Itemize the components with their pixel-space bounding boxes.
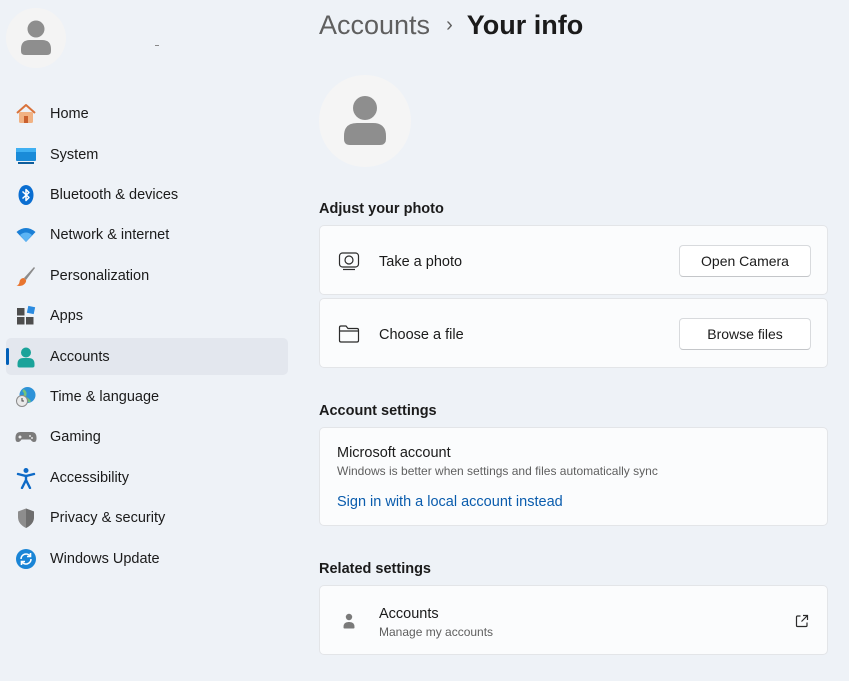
sidebar-item-label: Apps — [50, 308, 84, 325]
sidebar-item-label: Home — [50, 106, 89, 123]
sidebar-nav: Home System Bluetooth & devices Network … — [6, 96, 288, 581]
globe-clock-icon — [15, 386, 37, 408]
camera-icon — [337, 249, 361, 273]
apps-icon — [15, 305, 37, 327]
sidebar-item-accessibility[interactable]: Accessibility — [6, 460, 288, 497]
user-avatar[interactable] — [6, 8, 66, 68]
folder-icon — [337, 322, 361, 346]
sidebar-item-personalization[interactable]: Personalization — [6, 258, 288, 295]
sidebar-item-label: Network & internet — [50, 227, 170, 244]
bluetooth-icon — [15, 184, 37, 206]
accessibility-icon — [15, 467, 37, 489]
brush-icon — [15, 265, 37, 287]
sidebar-item-system[interactable]: System — [6, 136, 288, 173]
user-name — [155, 45, 159, 46]
sidebar-item-accounts[interactable]: Accounts — [6, 338, 288, 375]
take-photo-label: Take a photo — [379, 254, 463, 270]
sidebar-item-label: Privacy & security — [50, 510, 166, 527]
local-account-link[interactable]: Sign in with a local account instead — [337, 494, 563, 510]
sidebar-item-label: Time & language — [50, 388, 160, 405]
sidebar-item-bluetooth[interactable]: Bluetooth & devices — [6, 177, 288, 214]
sidebar-item-label: Accounts — [50, 348, 110, 365]
shield-icon — [15, 507, 37, 529]
person-icon — [344, 96, 386, 145]
section-title-related-settings: Related settings — [319, 561, 431, 577]
system-icon — [15, 144, 37, 166]
home-icon — [15, 103, 37, 125]
wifi-icon — [15, 224, 37, 246]
sidebar-item-label: Personalization — [50, 267, 150, 284]
sidebar-item-label: Accessibility — [50, 469, 129, 486]
related-accounts-subtitle: Manage my accounts — [379, 625, 494, 639]
update-icon — [15, 548, 37, 570]
breadcrumb: Accounts › Your info — [319, 10, 583, 41]
sidebar-item-label: Bluetooth & devices — [50, 187, 179, 204]
manage-accounts-card[interactable]: Accounts Manage my accounts — [319, 585, 828, 655]
person-icon — [21, 20, 51, 55]
open-camera-button[interactable]: Open Camera — [679, 245, 811, 277]
breadcrumb-parent[interactable]: Accounts — [319, 10, 430, 41]
sidebar-item-label: System — [50, 146, 99, 163]
open-external-icon — [795, 614, 809, 628]
sidebar-item-label: Windows Update — [50, 550, 160, 567]
section-title-adjust-photo: Adjust your photo — [319, 201, 444, 217]
profile-picture — [319, 75, 411, 167]
sidebar-item-label: Gaming — [50, 429, 101, 446]
related-accounts-title: Accounts — [379, 606, 439, 622]
microsoft-account-title: Microsoft account — [337, 445, 451, 461]
sidebar-item-network[interactable]: Network & internet — [6, 217, 288, 254]
sidebar-item-time-language[interactable]: Time & language — [6, 379, 288, 416]
browse-files-button[interactable]: Browse files — [679, 318, 811, 350]
choose-file-card: Choose a file Browse files — [319, 298, 828, 368]
section-title-account-settings: Account settings — [319, 403, 437, 419]
gamepad-icon — [15, 426, 37, 448]
sidebar-item-apps[interactable]: Apps — [6, 298, 288, 335]
microsoft-account-description: Windows is better when settings and file… — [337, 464, 658, 478]
sidebar-item-privacy-security[interactable]: Privacy & security — [6, 500, 288, 537]
sidebar-item-windows-update[interactable]: Windows Update — [6, 540, 288, 577]
chevron-right-icon: › — [446, 14, 453, 36]
accounts-icon — [15, 346, 37, 368]
sidebar-item-home[interactable]: Home — [6, 96, 288, 133]
sidebar: Home System Bluetooth & devices Network … — [0, 0, 300, 681]
sidebar-item-gaming[interactable]: Gaming — [6, 419, 288, 456]
choose-file-label: Choose a file — [379, 327, 464, 343]
microsoft-account-card: Microsoft account Windows is better when… — [319, 427, 828, 526]
person-icon — [337, 609, 361, 633]
take-photo-card: Take a photo Open Camera — [319, 225, 828, 295]
page-title: Your info — [466, 10, 584, 40]
